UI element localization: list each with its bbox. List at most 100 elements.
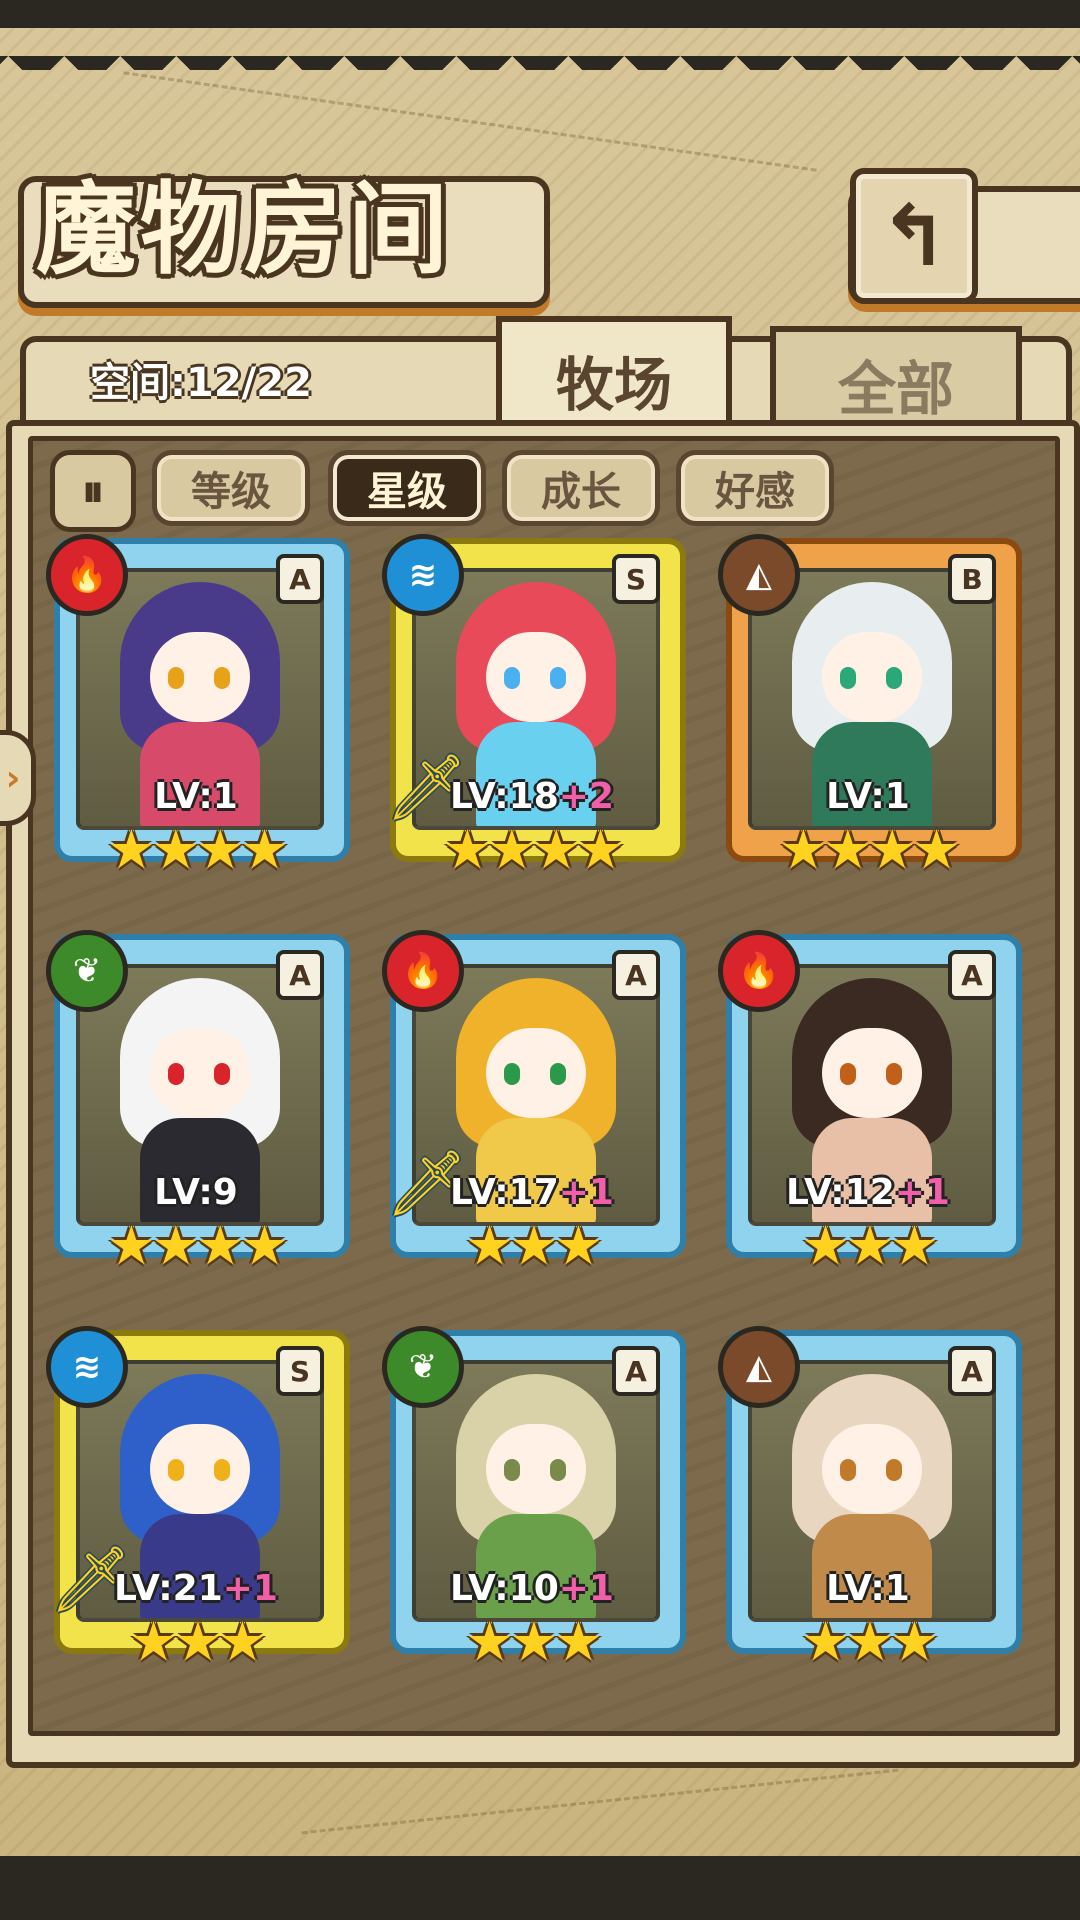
side-arrow-button[interactable]: ›: [0, 730, 36, 826]
rank-badge: A: [948, 1346, 996, 1396]
rank-badge: A: [948, 950, 996, 1000]
monster-eye: [886, 1459, 902, 1481]
monster-eye: [214, 667, 230, 689]
monster-level: LV:10+1: [382, 1568, 682, 1609]
monster-face: [822, 632, 922, 722]
tab-ranch-label: 牧场: [555, 351, 672, 419]
monster-eye: [886, 1063, 902, 1085]
monster-eye: [168, 1063, 184, 1085]
tab-all-label: 全部: [837, 355, 954, 423]
monster-card[interactable]: ❦ A LV:10+1 ★★★: [382, 1326, 686, 1680]
monster-eye: [168, 1459, 184, 1481]
star-rating: ★★★: [801, 1610, 938, 1673]
level-text: LV:17: [450, 1172, 559, 1213]
monster-eye: [504, 667, 520, 689]
rank-badge: S: [276, 1346, 324, 1396]
monster-card[interactable]: ◭ B LV:1 ★★★★: [718, 534, 1022, 888]
sort-star-label: 星级: [367, 468, 447, 515]
sort-growth-button[interactable]: 成长: [502, 450, 660, 526]
level-text: LV:18: [450, 776, 559, 817]
monster-eye: [550, 1459, 566, 1481]
rank-badge: A: [612, 950, 660, 1000]
monster-card[interactable]: 🔥 A LV:12+1 ★★★: [718, 930, 1022, 1284]
sort-order-icon: ⏸: [82, 465, 104, 517]
monster-eye: [886, 667, 902, 689]
monster-eye: [168, 667, 184, 689]
sort-affection-button[interactable]: 好感: [676, 450, 834, 526]
star-rating: ★★★: [465, 1610, 602, 1673]
monster-card[interactable]: ❦ A LV:9 ★★★★: [46, 930, 350, 1284]
sort-star-button[interactable]: 星级: [328, 450, 486, 526]
monster-card[interactable]: ≋S🗡LV:21+1★★★: [46, 1326, 350, 1680]
sort-order-toggle[interactable]: ⏸: [50, 450, 136, 532]
space-counter: 空间:12/22: [90, 360, 312, 406]
wood-element-icon: ❦: [46, 930, 128, 1012]
level-text: LV:12: [786, 1172, 895, 1213]
monster-face: [822, 1424, 922, 1514]
monster-eye: [504, 1459, 520, 1481]
monster-face: [486, 1424, 586, 1514]
level-bonus: +1: [222, 1568, 278, 1609]
monster-eye: [504, 1063, 520, 1085]
monster-eye: [840, 667, 856, 689]
back-button[interactable]: ↰: [850, 168, 978, 304]
water-element-icon: ≋: [46, 1326, 128, 1408]
level-bonus: +1: [558, 1172, 614, 1213]
monster-eye: [550, 667, 566, 689]
monster-eye: [550, 1063, 566, 1085]
level-text: LV:1: [826, 776, 910, 817]
water-element-icon: ≋: [382, 534, 464, 616]
rank-badge: B: [948, 554, 996, 604]
star-rating: ★★★★: [107, 818, 289, 881]
star-rating: ★★★: [129, 1610, 266, 1673]
level-text: LV:9: [154, 1172, 238, 1213]
rank-badge: S: [612, 554, 660, 604]
rank-badge: A: [276, 554, 324, 604]
monster-level: LV:18+2: [382, 776, 682, 817]
monster-level: LV:17+1: [382, 1172, 682, 1213]
sort-affection-label: 好感: [715, 468, 795, 515]
monster-face: [150, 632, 250, 722]
wood-element-icon: ❦: [382, 1326, 464, 1408]
star-rating: ★★★★: [779, 818, 961, 881]
level-text: LV:10: [450, 1568, 559, 1609]
rank-badge: A: [612, 1346, 660, 1396]
level-bonus: +1: [558, 1568, 614, 1609]
star-rating: ★★★: [465, 1214, 602, 1277]
page-title: 魔物房间: [36, 170, 452, 288]
monster-level: LV:1: [718, 776, 1018, 817]
level-text: LV:1: [826, 1568, 910, 1609]
monster-face: [486, 1028, 586, 1118]
monster-eye: [840, 1063, 856, 1085]
monster-face: [150, 1424, 250, 1514]
chevron-right-icon: ›: [5, 757, 21, 799]
monster-eye: [214, 1459, 230, 1481]
monster-level: LV:12+1: [718, 1172, 1018, 1213]
monster-level: LV:21+1: [46, 1568, 346, 1609]
fire-element-icon: 🔥: [46, 534, 128, 616]
monster-card[interactable]: 🔥 A LV:1 ★★★★: [46, 534, 350, 888]
monster-card[interactable]: ◭ A LV:1 ★★★: [718, 1326, 1022, 1680]
fire-element-icon: 🔥: [382, 930, 464, 1012]
earth-element-icon: ◭: [718, 1326, 800, 1408]
monster-face: [822, 1028, 922, 1118]
monster-face: [150, 1028, 250, 1118]
rank-badge: A: [276, 950, 324, 1000]
monster-eye: [214, 1063, 230, 1085]
star-rating: ★★★★: [107, 1214, 289, 1277]
level-text: LV:21: [114, 1568, 223, 1609]
monster-card[interactable]: ≋S🗡LV:18+2★★★★: [382, 534, 686, 888]
bottom-border: [0, 1856, 1080, 1920]
star-rating: ★★★: [801, 1214, 938, 1277]
return-arrow-icon: ↰: [878, 187, 950, 285]
monster-card[interactable]: 🔥A🗡LV:17+1★★★: [382, 930, 686, 1284]
sort-level-button[interactable]: 等级: [152, 450, 310, 526]
level-text: LV:1: [154, 776, 238, 817]
earth-element-icon: ◭: [718, 534, 800, 616]
sort-level-label: 等级: [191, 468, 271, 515]
sort-growth-label: 成长: [541, 468, 621, 515]
level-bonus: +2: [558, 776, 614, 817]
fire-element-icon: 🔥: [718, 930, 800, 1012]
monster-level: LV:9: [46, 1172, 346, 1213]
star-rating: ★★★★: [443, 818, 625, 881]
